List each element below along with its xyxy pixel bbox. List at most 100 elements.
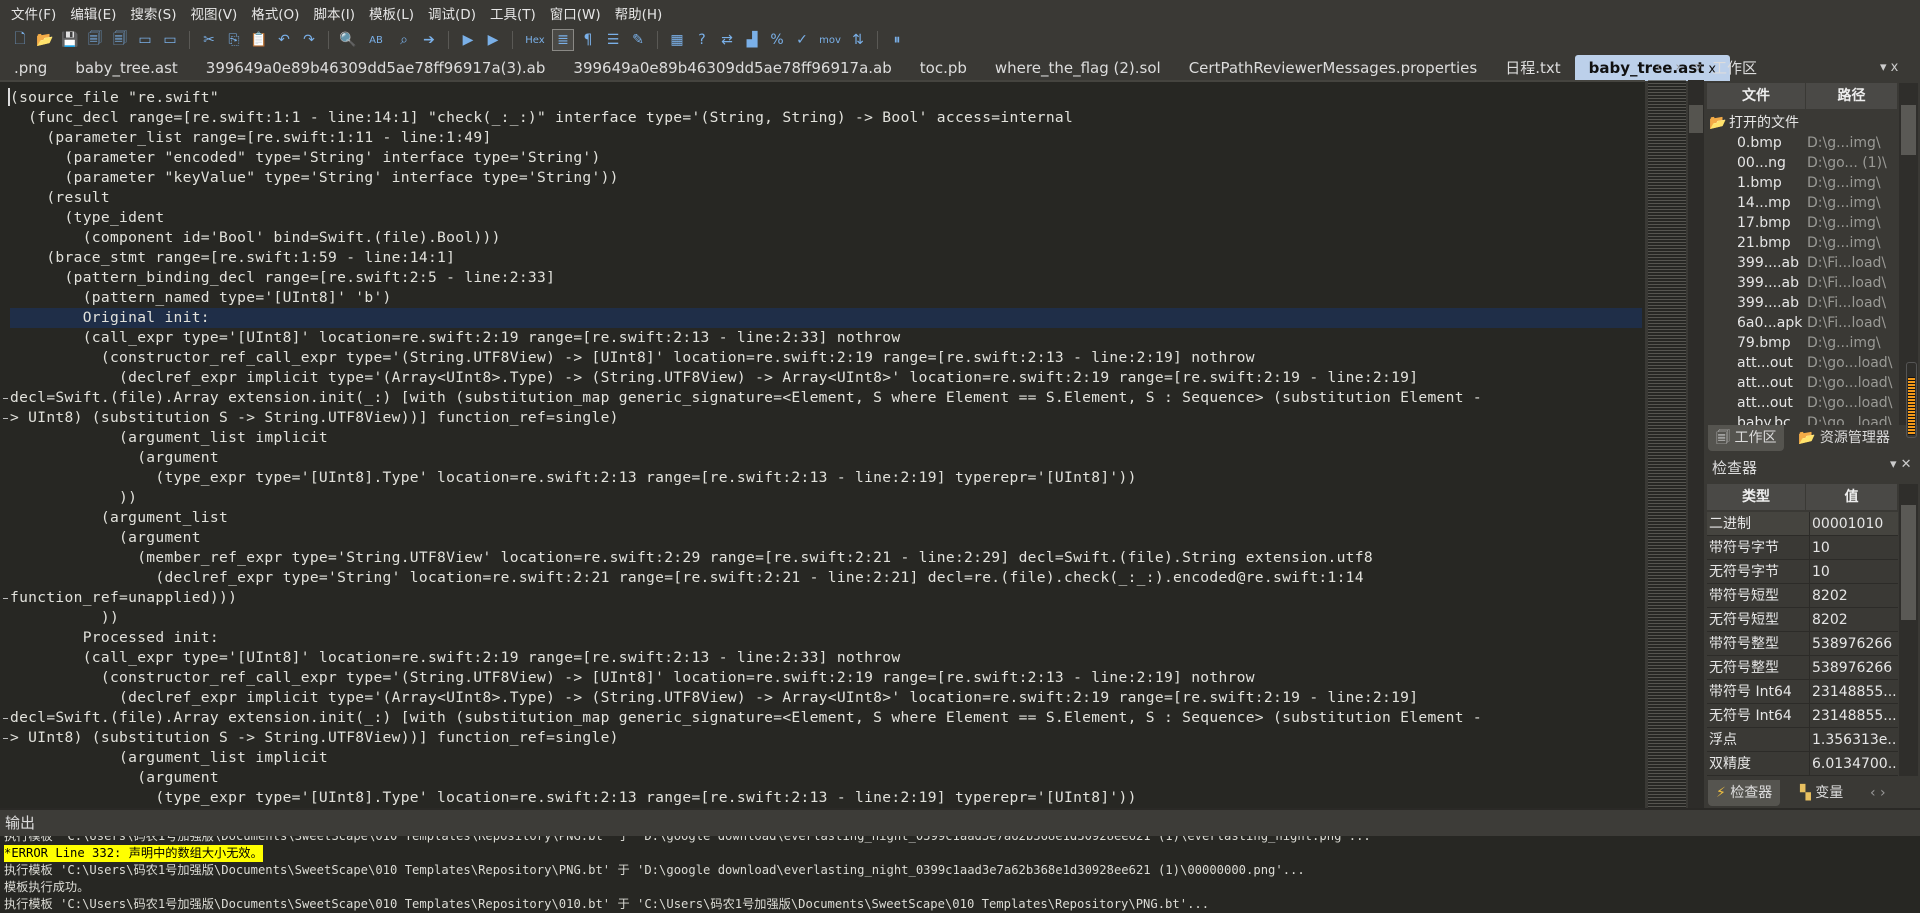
tab-variables[interactable]: ▚ 变量 <box>1792 780 1851 806</box>
histogram-icon[interactable]: ▟ <box>742 30 762 50</box>
error-message: *ERROR Line 332: 声明中的数组大小无效。 <box>4 845 263 862</box>
file-path: D:\go... (1)\ <box>1807 155 1887 171</box>
tab-file[interactable]: 日程.txt <box>1491 55 1574 81</box>
inspector-row[interactable]: 带符号 Int64 23148855... <box>1707 680 1898 704</box>
text-view-icon[interactable]: ≣ <box>552 29 574 51</box>
inspector-row[interactable]: 二进制 00001010 <box>1707 512 1898 536</box>
run-script-icon[interactable]: ▶ <box>458 30 478 50</box>
tab-file[interactable]: where_the_flag (2).sol <box>981 55 1175 81</box>
close-all-icon[interactable]: ▭ <box>160 30 180 50</box>
inspector-row[interactable]: 双精度 6.0134700... <box>1707 752 1898 776</box>
inspector-type: 双精度 <box>1709 756 1751 772</box>
tab-file[interactable]: CertPathReviewerMessages.properties <box>1175 55 1492 81</box>
menu-item[interactable]: 搜索(S) <box>123 3 183 23</box>
tab-file[interactable]: 399649a0e89b46309dd5ae78ff96917a.ab <box>559 55 905 81</box>
menu-item[interactable]: 编辑(E) <box>63 3 123 23</box>
new-file-icon[interactable]: 🗋 <box>10 30 30 50</box>
workspace-scrollbar-thumb[interactable] <box>1901 105 1916 155</box>
folder-open-icon: 📂 <box>1709 115 1727 131</box>
compare-icon[interactable]: ? <box>692 30 712 50</box>
run-template-icon[interactable]: ▶ <box>483 30 503 50</box>
inspector-scrollbar-thumb[interactable] <box>1901 505 1916 620</box>
menu-item[interactable]: 格式(O) <box>244 3 306 23</box>
code-line: (parameter "keyValue" type='String' inte… <box>10 169 619 186</box>
menu-item[interactable]: 文件(F) <box>4 3 63 23</box>
undo-icon[interactable]: ↶ <box>274 30 294 50</box>
text-editor[interactable]: (source_file "re.swift" (func_decl range… <box>0 80 1645 808</box>
toolbar-separator <box>512 31 513 49</box>
code-line: (argument_list implicit <box>10 749 329 766</box>
menu-item[interactable]: 工具(T) <box>483 3 543 23</box>
inspector-row[interactable]: 无符号短型 8202 <box>1707 608 1898 632</box>
inspector-row[interactable]: 无符号字节 10 <box>1707 560 1898 584</box>
swap-icon[interactable]: ⇄ <box>717 30 737 50</box>
code-line: (argument_list implicit <box>10 429 329 446</box>
workspace-panel-controls[interactable]: ▾ x <box>1880 55 1898 81</box>
find-icon[interactable]: 🔍 <box>338 30 358 50</box>
redo-icon[interactable]: ↷ <box>299 30 319 50</box>
output-panel[interactable]: 执行模板 'C:\Users\码农1号加强版\Documents\SweetSc… <box>0 836 1920 913</box>
highlight-icon[interactable]: ✎ <box>628 30 648 50</box>
menu-item[interactable]: 脚本(I) <box>306 3 362 23</box>
menu-item[interactable]: 模板(L) <box>362 3 421 23</box>
code-line: (argument_list <box>10 509 229 526</box>
column-header-file[interactable]: 文件 <box>1707 83 1806 109</box>
save-icon[interactable]: 💾 <box>60 30 80 50</box>
show-whitespace-icon[interactable]: ¶ <box>578 30 598 50</box>
tab-nav-buttons[interactable]: ‹ › ▿ <box>1656 55 1706 81</box>
tab-file[interactable]: toc.pb <box>906 55 981 81</box>
goto-icon[interactable]: ➔ <box>419 30 439 50</box>
open-folder-icon[interactable]: 📂 <box>35 30 55 50</box>
column-header-type[interactable]: 类型 <box>1707 484 1806 510</box>
tab-explorer[interactable]: 📂 资源管理器 <box>1790 425 1898 451</box>
menu-item[interactable]: 帮助(H) <box>608 3 670 23</box>
paste-icon[interactable]: 📋 <box>249 30 269 50</box>
checksum-icon[interactable]: ✓ <box>792 30 812 50</box>
inspector-title: 检查器 <box>1712 459 1758 477</box>
inspector-row[interactable]: 无符号整型 538976266 <box>1707 656 1898 680</box>
save-as-icon[interactable]: 🗐 <box>85 30 105 50</box>
inspector-panel-controls[interactable]: ▾ ✕ <box>1890 457 1912 472</box>
minimap[interactable] <box>1648 80 1686 808</box>
editor-scrollbar-thumb[interactable] <box>1689 105 1703 133</box>
save-all-icon[interactable]: 🗐 <box>110 30 130 50</box>
pause-icon[interactable]: ⏸ <box>887 30 907 50</box>
menu-item[interactable]: 视图(V) <box>184 3 245 23</box>
inspector-value: 6.0134700... <box>1809 752 1897 776</box>
cut-icon[interactable]: ✂ <box>199 30 219 50</box>
menu-item[interactable]: 调试(D) <box>421 3 483 23</box>
inspector-row[interactable]: 带符号字节 10 <box>1707 536 1898 560</box>
file-path: D:\go...load\ <box>1807 395 1893 411</box>
tab-file[interactable]: 399649a0e89b46309dd5ae78ff96917a(3).ab <box>192 55 560 81</box>
menu-item[interactable]: 窗口(W) <box>543 3 608 23</box>
calculator-icon[interactable]: ▦ <box>667 30 687 50</box>
hex-view-icon[interactable]: Hex <box>522 30 548 50</box>
tab-file[interactable]: baby_tree.ast x <box>1574 55 1731 81</box>
column-header-path[interactable]: 路径 <box>1806 83 1898 109</box>
replace-icon[interactable]: AB <box>363 30 389 50</box>
find-in-files-icon[interactable]: ⌕ <box>394 30 414 50</box>
inspector-row[interactable]: 带符号短型 8202 <box>1707 584 1898 608</box>
inspector-row[interactable]: 浮点 1.356313e... <box>1707 728 1898 752</box>
inspector-row[interactable]: 带符号整型 538976266 <box>1707 632 1898 656</box>
copy-icon[interactable]: ⎘ <box>224 30 244 50</box>
code-line: (type_expr type='[UInt8].Type' location=… <box>10 469 1137 486</box>
inspector-value: 1.356313e... <box>1809 728 1897 752</box>
file-path: D:\g...img\ <box>1807 195 1881 211</box>
inspector-row[interactable]: 无符号 Int64 23148855... <box>1707 704 1898 728</box>
column-header-value[interactable]: 值 <box>1806 484 1898 510</box>
tab-inspector[interactable]: ⚡ 检查器 <box>1708 780 1781 806</box>
columns-icon[interactable]: ☰ <box>603 30 623 50</box>
tab-workspace[interactable]: 🗐 工作区 <box>1708 425 1785 451</box>
percent-icon[interactable]: % <box>767 30 787 50</box>
tab-file[interactable]: .png <box>0 55 61 81</box>
base-convert-icon[interactable]: ⇅ <box>848 30 868 50</box>
close-file-icon[interactable]: ▭ <box>135 30 155 50</box>
file-name: 399....ab <box>1737 275 1799 291</box>
mov-icon[interactable]: mov <box>817 30 843 50</box>
inspector-tab-nav[interactable]: ‹ › <box>1862 780 1894 806</box>
tab-file[interactable]: baby_tree.ast <box>61 55 191 81</box>
code-line: (argument <box>10 449 219 466</box>
editor-scrollbar[interactable] <box>1688 80 1704 808</box>
code-line: (parameter_list range=[re.swift:1:11 - l… <box>10 129 492 146</box>
